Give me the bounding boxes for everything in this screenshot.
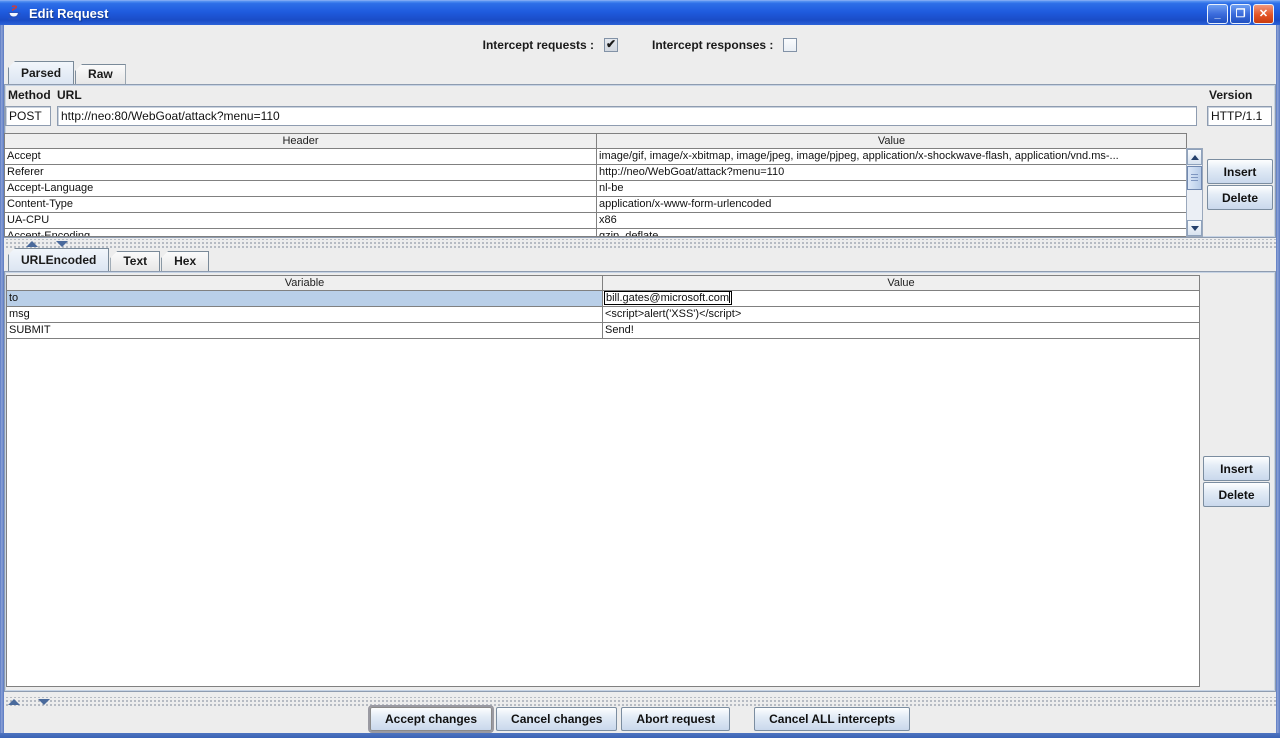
header-name-cell[interactable]: Content-Type bbox=[5, 197, 597, 212]
headers-table-header[interactable]: Header Value bbox=[5, 134, 1186, 149]
header-row[interactable]: Accept-Languagenl-be bbox=[5, 181, 1186, 197]
headers-scrollbar[interactable] bbox=[1186, 148, 1203, 237]
param-value-cell[interactable]: bill.gates@microsoft.com bbox=[603, 291, 1199, 306]
value-column-label[interactable]: Value bbox=[597, 134, 1186, 148]
intercept-responses-label: Intercept responses : bbox=[652, 38, 773, 52]
params-table-header[interactable]: Variable Value bbox=[7, 276, 1199, 291]
header-row[interactable]: Accept-Encodinggzip, deflate bbox=[5, 229, 1186, 237]
abort-request-button[interactable]: Abort request bbox=[621, 707, 730, 731]
title-bar[interactable]: Edit Request _ ❐ ✕ bbox=[0, 0, 1280, 25]
split-divider-bottom[interactable] bbox=[4, 697, 1276, 706]
param-row[interactable]: tobill.gates@microsoft.com bbox=[7, 291, 1199, 307]
java-cup-icon bbox=[6, 5, 23, 22]
close-button[interactable]: ✕ bbox=[1253, 4, 1274, 24]
tab-parsed[interactable]: Parsed bbox=[8, 61, 74, 84]
header-value-cell[interactable]: gzip, deflate bbox=[597, 229, 1186, 237]
text-caret bbox=[729, 292, 730, 303]
param-variable-cell[interactable]: SUBMIT bbox=[7, 323, 603, 338]
header-column-label[interactable]: Header bbox=[5, 134, 597, 148]
intercept-requests-checkbox[interactable] bbox=[604, 38, 618, 52]
header-value-cell[interactable]: application/x-www-form-urlencoded bbox=[597, 197, 1186, 212]
action-bar: Accept changesCancel changesAbort reques… bbox=[4, 707, 1276, 733]
param-variable-cell[interactable]: to bbox=[7, 291, 603, 306]
tab-urlencoded[interactable]: URLEncoded bbox=[8, 248, 109, 271]
header-name-cell[interactable]: Accept-Encoding bbox=[5, 229, 597, 237]
collapse-up-icon[interactable] bbox=[26, 241, 38, 247]
headers-delete-button[interactable]: Delete bbox=[1207, 185, 1273, 210]
headers-insert-button[interactable]: Insert bbox=[1207, 159, 1273, 184]
param-variable-cell[interactable]: msg bbox=[7, 307, 603, 322]
header-value-cell[interactable]: x86 bbox=[597, 213, 1186, 228]
tab-hex[interactable]: Hex bbox=[161, 251, 209, 271]
window-title: Edit Request bbox=[29, 6, 108, 21]
header-row[interactable]: Refererhttp://neo/WebGoat/attack?menu=11… bbox=[5, 165, 1186, 181]
version-field[interactable]: HTTP/1.1 bbox=[1207, 106, 1272, 126]
scroll-up-button[interactable] bbox=[1187, 149, 1202, 165]
collapse-down-icon[interactable] bbox=[56, 241, 68, 247]
header-value-cell[interactable]: image/gif, image/x-xbitmap, image/jpeg, … bbox=[597, 149, 1186, 164]
params-insert-button[interactable]: Insert bbox=[1203, 456, 1270, 481]
param-row[interactable]: msg<script>alert('XSS')</script> bbox=[7, 307, 1199, 323]
method-label: Method bbox=[8, 88, 51, 102]
cancel-changes-button[interactable]: Cancel changes bbox=[496, 707, 617, 731]
collapse-down-icon[interactable] bbox=[38, 699, 50, 705]
tab-text[interactable]: Text bbox=[110, 251, 160, 271]
accept-changes-button[interactable]: Accept changes bbox=[370, 707, 492, 731]
scroll-down-button[interactable] bbox=[1187, 220, 1202, 236]
header-value-cell[interactable]: nl-be bbox=[597, 181, 1186, 196]
intercept-responses-checkbox[interactable] bbox=[783, 38, 797, 52]
param-value-cell[interactable]: Send! bbox=[603, 323, 1199, 338]
edit-request-window: Edit Request _ ❐ ✕ Intercept requests : … bbox=[0, 0, 1280, 738]
param-row[interactable]: SUBMITSend! bbox=[7, 323, 1199, 339]
intercept-requests-label: Intercept requests : bbox=[483, 38, 594, 52]
header-row[interactable]: Content-Typeapplication/x-www-form-urlen… bbox=[5, 197, 1186, 213]
request-tabs: ParsedRaw bbox=[8, 61, 127, 84]
params-table: Variable Value tobill.gates@microsoft.co… bbox=[6, 275, 1200, 687]
header-name-cell[interactable]: UA-CPU bbox=[5, 213, 597, 228]
header-row[interactable]: Acceptimage/gif, image/x-xbitmap, image/… bbox=[5, 149, 1186, 165]
cancel-all-intercepts-button[interactable]: Cancel ALL intercepts bbox=[754, 707, 910, 731]
cell-editor-input[interactable]: bill.gates@microsoft.com bbox=[604, 291, 732, 305]
param-value-column-label[interactable]: Value bbox=[603, 276, 1199, 290]
scroll-thumb[interactable] bbox=[1187, 166, 1202, 190]
params-table-body: tobill.gates@microsoft.commsg<script>ale… bbox=[7, 291, 1199, 339]
param-value-cell[interactable]: <script>alert('XSS')</script> bbox=[603, 307, 1199, 322]
collapse-up-icon[interactable] bbox=[8, 699, 20, 705]
url-field[interactable]: http://neo:80/WebGoat/attack?menu=110 bbox=[57, 106, 1197, 126]
version-label: Version bbox=[1209, 88, 1252, 102]
maximize-button[interactable]: ❐ bbox=[1230, 4, 1251, 24]
minimize-button[interactable]: _ bbox=[1207, 4, 1228, 24]
header-name-cell[interactable]: Accept-Language bbox=[5, 181, 597, 196]
split-divider-top[interactable] bbox=[4, 239, 1276, 248]
header-name-cell[interactable]: Accept bbox=[5, 149, 597, 164]
url-label: URL bbox=[57, 88, 82, 102]
intercept-bar: Intercept requests : Intercept responses… bbox=[0, 34, 1280, 56]
header-name-cell[interactable]: Referer bbox=[5, 165, 597, 180]
method-field[interactable]: POST bbox=[5, 106, 51, 126]
window-border-right bbox=[1276, 25, 1280, 738]
tab-raw[interactable]: Raw bbox=[75, 64, 126, 84]
variable-column-label[interactable]: Variable bbox=[7, 276, 603, 290]
headers-table: Header Value Acceptimage/gif, image/x-xb… bbox=[4, 133, 1187, 237]
header-row[interactable]: UA-CPUx86 bbox=[5, 213, 1186, 229]
header-value-cell[interactable]: http://neo/WebGoat/attack?menu=110 bbox=[597, 165, 1186, 180]
headers-table-body: Acceptimage/gif, image/x-xbitmap, image/… bbox=[5, 149, 1186, 237]
window-border-bottom bbox=[0, 733, 1280, 738]
content-tabs: URLEncodedTextHex bbox=[8, 248, 210, 271]
params-delete-button[interactable]: Delete bbox=[1203, 482, 1270, 507]
